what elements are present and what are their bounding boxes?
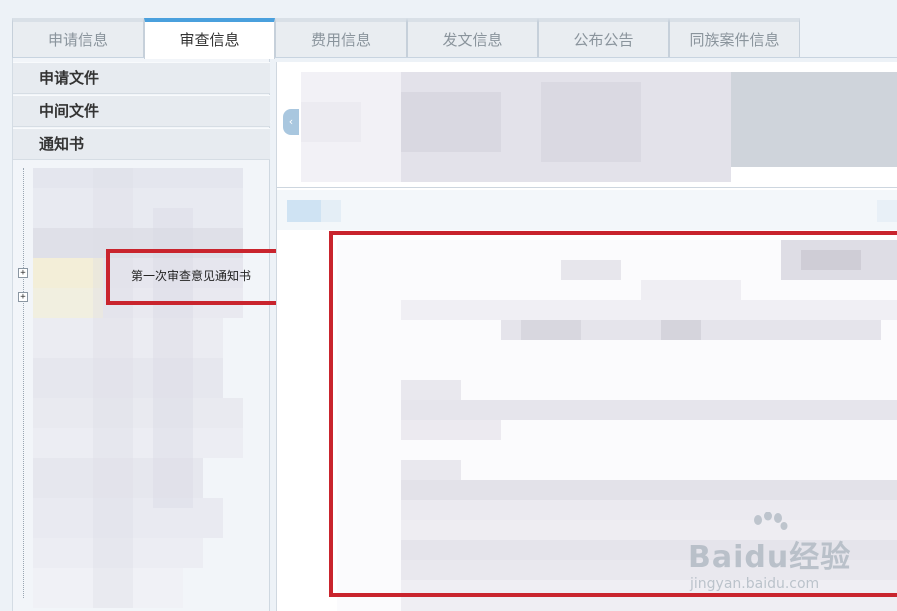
document-header: ‹: [277, 62, 897, 188]
document-toolbar: [277, 190, 897, 230]
tab-dispatch-info[interactable]: 发文信息: [407, 18, 538, 58]
watermark-url: jingyan.baidu.com: [690, 576, 820, 592]
sidebar-section-intermediate-files[interactable]: 中间文件: [13, 95, 270, 127]
blurred-tree-content: [33, 168, 263, 608]
sidebar-section-application-files[interactable]: 申请文件: [13, 62, 270, 94]
baidu-watermark: Baidu经验 jingyan.baidu.com: [688, 512, 851, 592]
tab-bar: 申请信息 审查信息 费用信息 发文信息 公布公告 同族案件信息: [0, 0, 897, 59]
blurred-header-content: [301, 72, 897, 182]
sidebar-section-notices[interactable]: 通知书: [13, 128, 270, 160]
tree-connector: [23, 168, 24, 598]
tab-publication[interactable]: 公布公告: [538, 18, 669, 58]
tab-examination-info[interactable]: 审查信息: [144, 18, 275, 59]
tab-family-cases[interactable]: 同族案件信息: [669, 18, 800, 58]
sidebar: 申请文件 中间文件 通知书 + + 第一次审查意见通知书: [12, 58, 290, 611]
tree-expand-toggle-icon[interactable]: +: [18, 268, 28, 278]
tab-application-info[interactable]: 申请信息: [12, 18, 144, 58]
tree-item-first-examination-notice[interactable]: 第一次审查意见通知书: [131, 267, 251, 284]
watermark-brand: Baidu经验: [688, 540, 852, 575]
blurred-toolbar-content: [287, 200, 897, 222]
tab-fee-info[interactable]: 费用信息: [275, 18, 407, 58]
tree-expand-toggle-icon[interactable]: +: [18, 292, 28, 302]
collapse-sidebar-icon[interactable]: ‹: [283, 109, 299, 135]
